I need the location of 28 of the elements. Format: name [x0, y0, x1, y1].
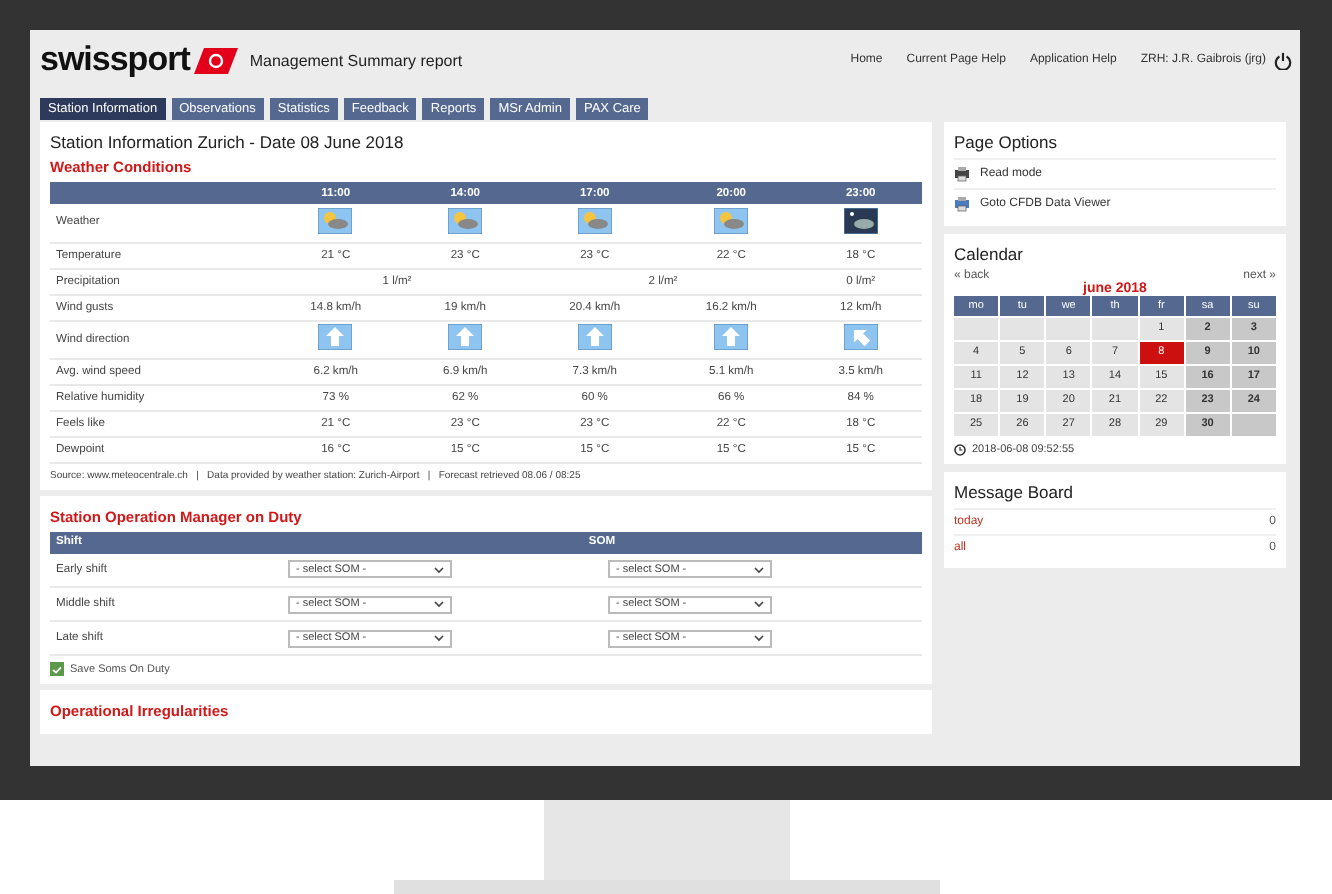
panel-title: Message Board: [954, 482, 1076, 502]
page-title: Management Summary report: [249, 51, 463, 69]
logo-text: swissport: [40, 40, 190, 80]
sun-cloud-icon: [577, 207, 612, 234]
arrow-icon: [318, 324, 353, 350]
panel-title: Calendar: [954, 244, 1025, 264]
chevron-icon: [754, 565, 764, 574]
power-icon[interactable]: [1274, 51, 1292, 69]
sun-cloud-icon: [448, 207, 483, 234]
chevron-icon: [754, 600, 764, 608]
checkbox[interactable]: [50, 662, 64, 676]
clock-icon: [954, 444, 966, 456]
panel-title: Station Information Zurich - Date 08 June 2018: [50, 132, 406, 152]
arrow-icon: [714, 324, 749, 350]
sun-cloud-icon: [318, 207, 353, 234]
panel-title: Page Options: [954, 132, 1060, 152]
chevron-icon: [434, 565, 444, 574]
document-icon: [954, 196, 970, 212]
sun-cloud-icon: [714, 207, 749, 234]
arrow-icon: [577, 324, 612, 350]
chevron-icon: [754, 634, 764, 642]
chevron-icon: [434, 634, 444, 642]
printer-icon: [954, 166, 970, 182]
chevron-icon: [434, 600, 444, 608]
moon-cloud-icon: [843, 207, 878, 234]
arrow-icon: [448, 324, 483, 350]
logo-icon: [193, 47, 238, 73]
arrow-icon: [843, 324, 878, 350]
